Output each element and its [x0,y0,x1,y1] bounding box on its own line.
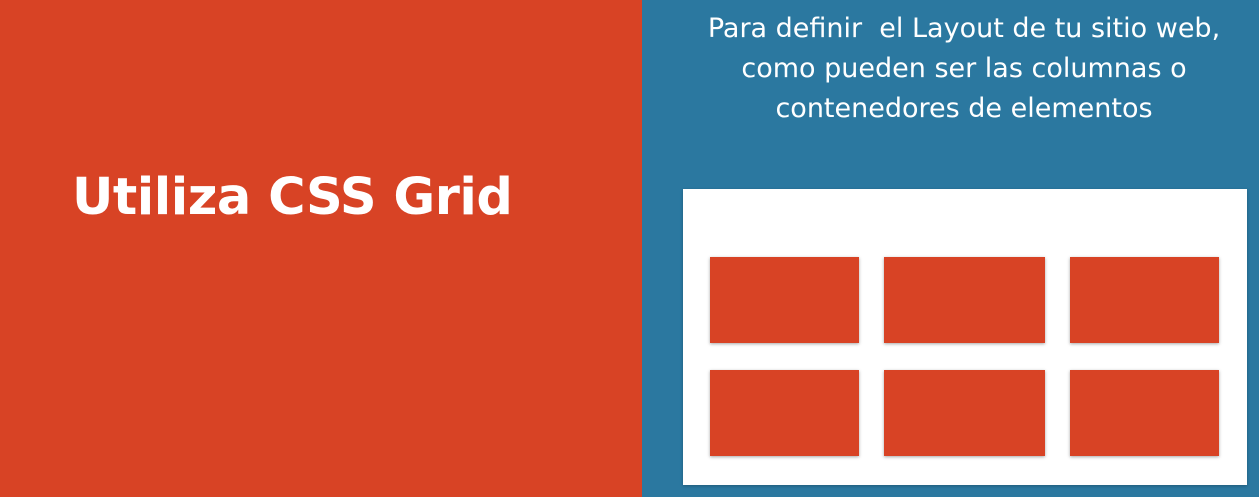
grid-cell [710,370,859,456]
grid-cell [1070,370,1219,456]
description-line-3: contenedores de elementos [775,93,1153,124]
grid-cell [710,257,859,343]
left-panel: Utiliza CSS Grid [0,0,642,497]
slide-title: Utiliza CSS Grid [72,168,513,227]
description-line-1: Para definir el Layout de tu sitio web, [707,13,1221,44]
description-line-2: como pueden ser las columnas o [741,53,1187,84]
grid-cell [884,370,1045,456]
grid-cell [1070,257,1219,343]
grid-layout-illustration [683,189,1247,485]
description-text: Para definir el Layout de tu sitio web, … [642,9,1259,129]
grid-cell [884,257,1045,343]
right-panel: Para definir el Layout de tu sitio web, … [642,0,1259,497]
